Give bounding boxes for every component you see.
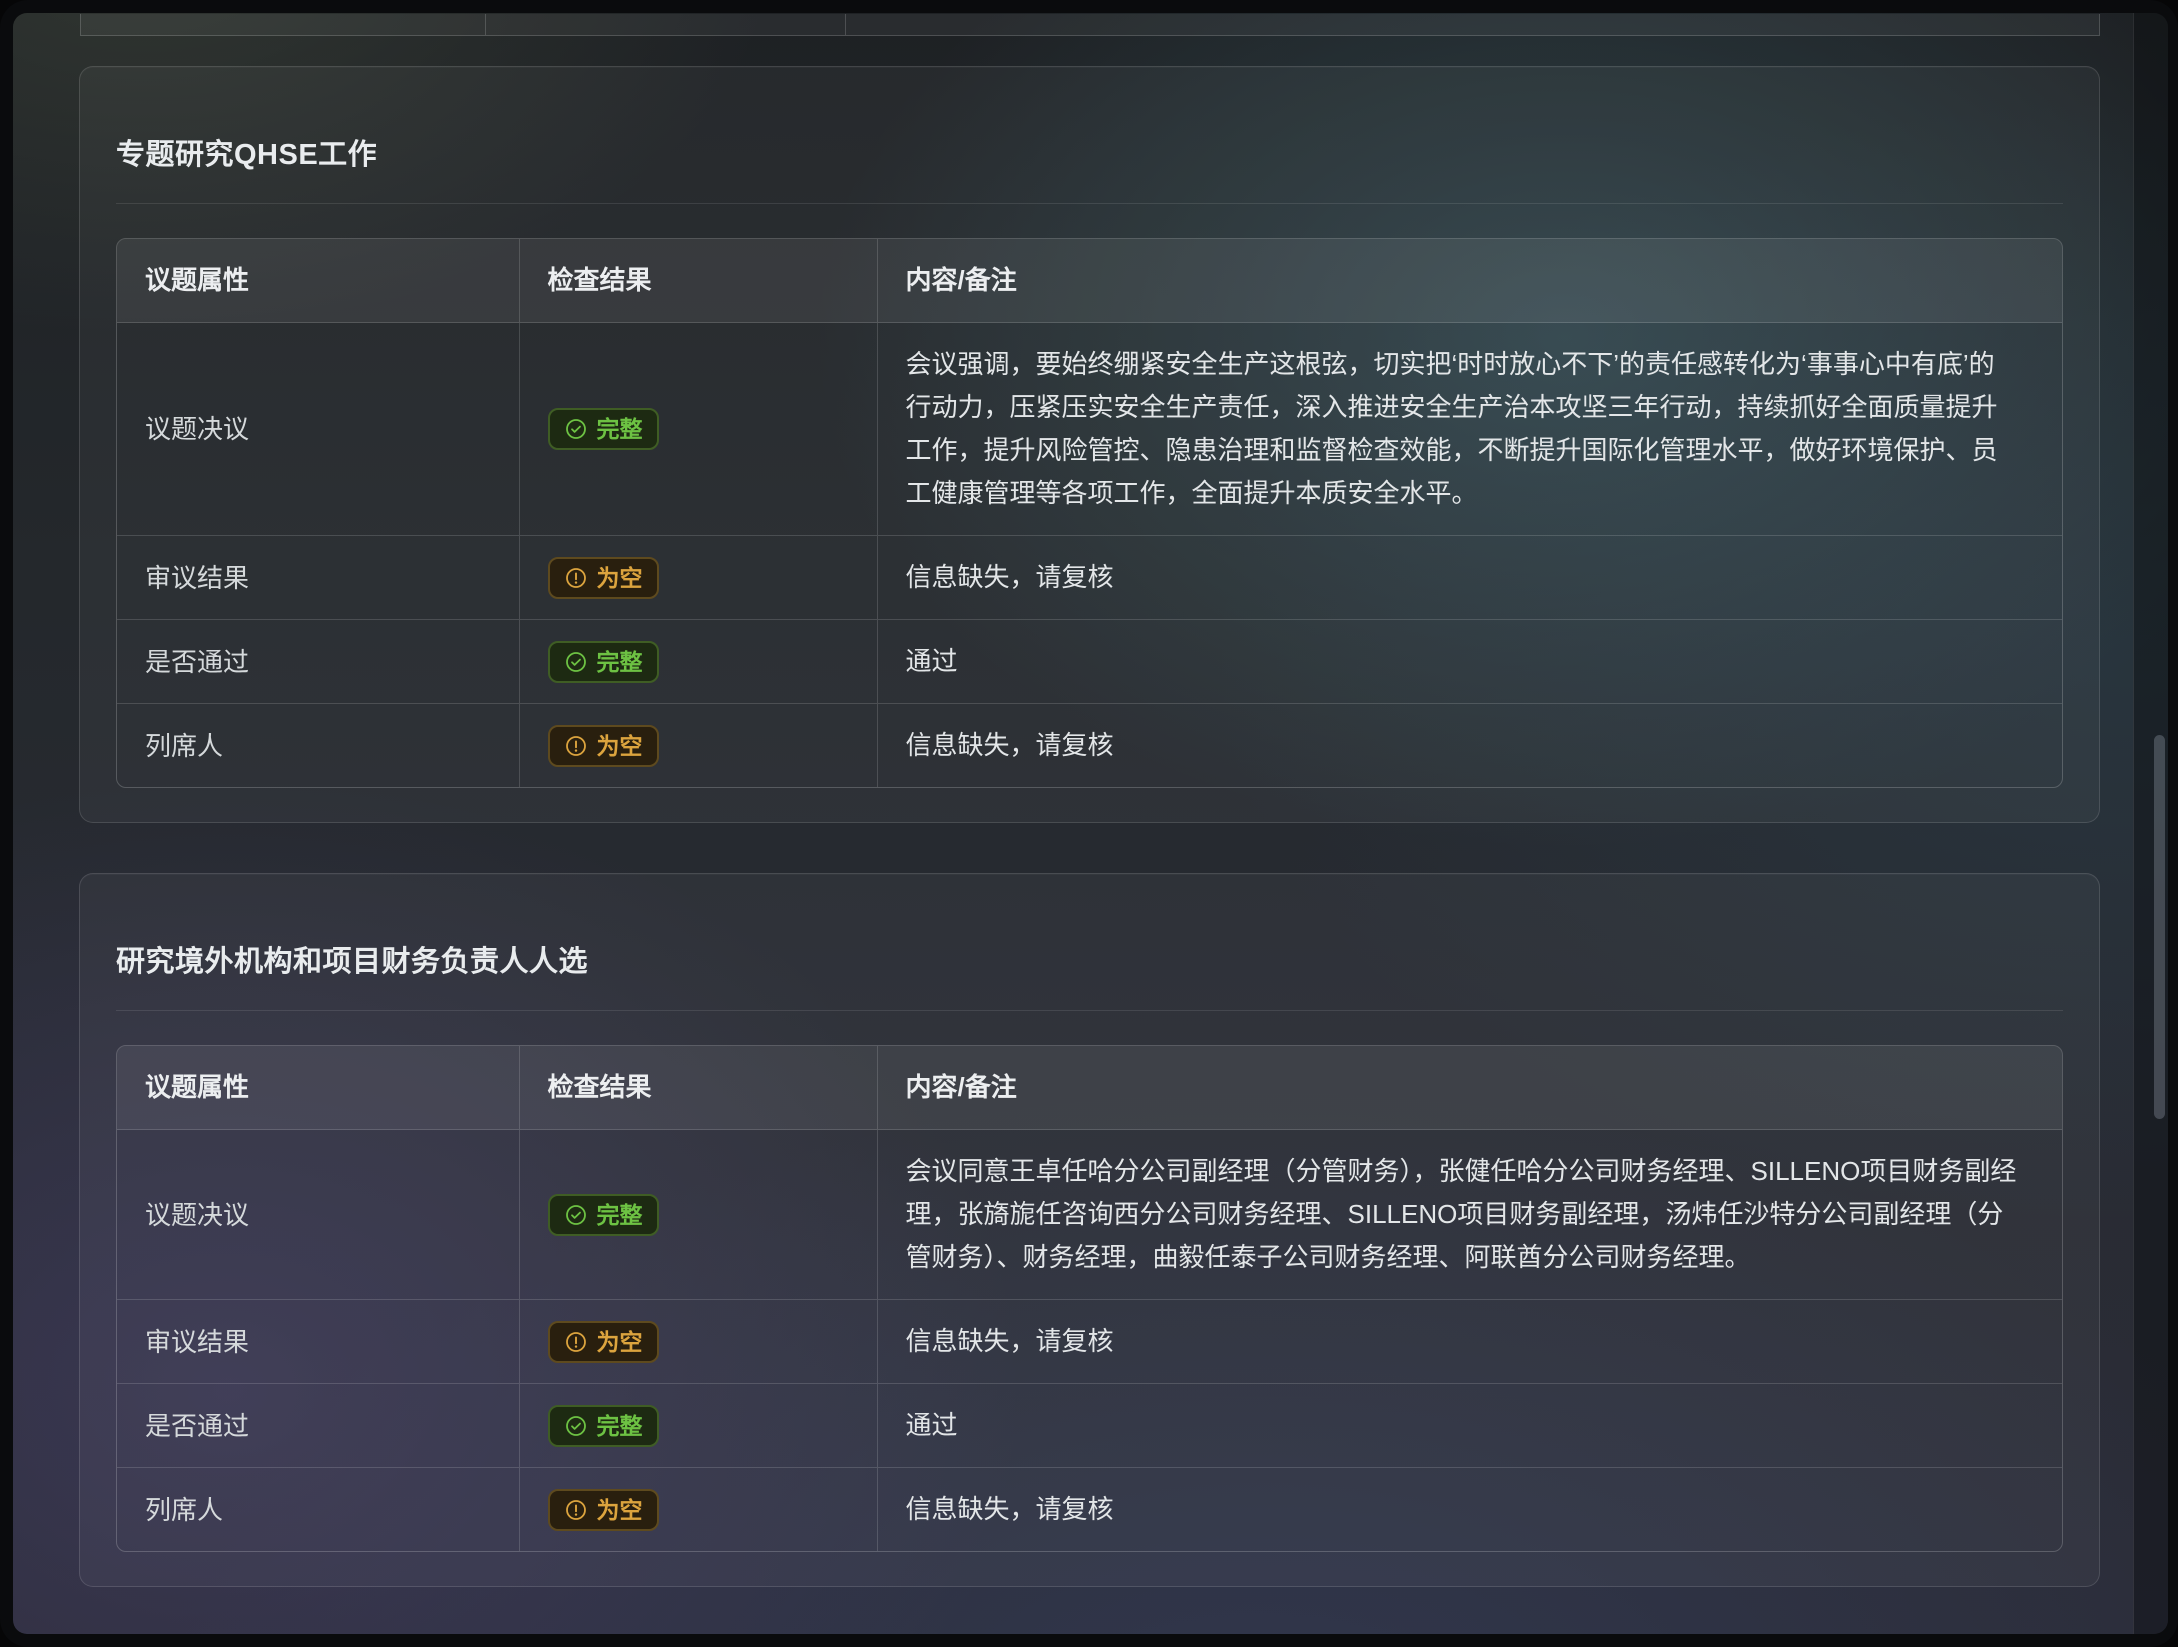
table-header-row: 议题属性 检查结果 内容/备注 (117, 1046, 2062, 1130)
attribute-cell: 是否通过 (117, 620, 519, 704)
content-cell: 信息缺失，请复核 (877, 536, 2062, 620)
status-badge-label: 为空 (597, 565, 643, 591)
attribute-cell: 列席人 (117, 1468, 519, 1552)
column-divider (485, 14, 486, 35)
check-circle-icon (564, 1414, 588, 1438)
table-row: 是否通过 完整 通过 (117, 1384, 2062, 1468)
table-row: 议题决议 完整 会议强调，要始终绷紧安全生产这根弦，切实把‘时时放心不下’的责任… (117, 323, 2062, 536)
column-divider (845, 14, 846, 35)
scroll-content: 专题研究QHSE工作 议题属性 检查结果 内容/备注 (13, 13, 2134, 1634)
section-card-qhse: 专题研究QHSE工作 议题属性 检查结果 内容/备注 (79, 66, 2100, 823)
check-circle-icon (564, 650, 588, 674)
previous-table-fragment (80, 14, 2100, 36)
title-divider (116, 1010, 2063, 1011)
content-cell: 通过 (877, 620, 2062, 704)
status-badge-complete: 完整 (548, 1405, 659, 1447)
attribute-cell: 议题决议 (117, 1130, 519, 1300)
content-cell: 信息缺失，请复核 (877, 1468, 2062, 1552)
status-badge-complete: 完整 (548, 641, 659, 683)
window-frame: 专题研究QHSE工作 议题属性 检查结果 内容/备注 (0, 0, 2178, 1647)
alert-circle-icon (564, 566, 588, 590)
table-row: 是否通过 完整 通过 (117, 620, 2062, 704)
status-badge-empty: 为空 (548, 1489, 659, 1531)
scrollbar-track[interactable] (2133, 13, 2168, 1634)
status-cell: 为空 (519, 536, 877, 620)
header-content-remark: 内容/备注 (877, 1046, 2062, 1130)
status-badge-label: 为空 (597, 1497, 643, 1523)
alert-circle-icon (564, 1330, 588, 1354)
agenda-check-table: 议题属性 检查结果 内容/备注 议题决议 (116, 1045, 2063, 1552)
status-badge-label: 完整 (597, 416, 643, 442)
section-title: 专题研究QHSE工作 (116, 135, 2063, 175)
status-badge-empty: 为空 (548, 1321, 659, 1363)
header-content-remark: 内容/备注 (877, 239, 2062, 323)
title-divider (116, 203, 2063, 204)
content-cell: 会议同意王卓任哈分公司副经理（分管财务），张健任哈分公司财务经理、SILLENO… (877, 1130, 2062, 1300)
status-cell: 完整 (519, 323, 877, 536)
content-cell: 通过 (877, 1384, 2062, 1468)
agenda-check-table: 议题属性 检查结果 内容/备注 议题决议 (116, 238, 2063, 788)
header-attribute: 议题属性 (117, 1046, 519, 1130)
attribute-cell: 审议结果 (117, 536, 519, 620)
status-badge-label: 为空 (597, 733, 643, 759)
alert-circle-icon (564, 1498, 588, 1522)
status-badge-empty: 为空 (548, 725, 659, 767)
status-cell: 完整 (519, 1384, 877, 1468)
content-cell: 信息缺失，请复核 (877, 1300, 2062, 1384)
status-badge-empty: 为空 (548, 557, 659, 599)
status-badge-complete: 完整 (548, 1194, 659, 1236)
attribute-cell: 议题决议 (117, 323, 519, 536)
table-header-row: 议题属性 检查结果 内容/备注 (117, 239, 2062, 323)
status-badge-label: 完整 (597, 649, 643, 675)
attribute-cell: 是否通过 (117, 1384, 519, 1468)
attribute-cell: 列席人 (117, 704, 519, 788)
status-badge-label: 为空 (597, 1329, 643, 1355)
alert-circle-icon (564, 734, 588, 758)
attribute-cell: 审议结果 (117, 1300, 519, 1384)
content-cell: 会议强调，要始终绷紧安全生产这根弦，切实把‘时时放心不下’的责任感转化为‘事事心… (877, 323, 2062, 536)
scrollbar-thumb[interactable] (2154, 735, 2165, 1119)
status-cell: 完整 (519, 620, 877, 704)
table-row: 列席人 为空 信息缺失，请复核 (117, 704, 2062, 788)
status-badge-complete: 完整 (548, 408, 659, 450)
report-viewport: 专题研究QHSE工作 议题属性 检查结果 内容/备注 (13, 13, 2168, 1634)
check-circle-icon (564, 1203, 588, 1227)
section-title: 研究境外机构和项目财务负责人人选 (116, 942, 2063, 982)
status-cell: 完整 (519, 1130, 877, 1300)
table-row: 议题决议 完整 会议同意王卓任哈分公司副经理（分管财务），张健任哈分公司财务经理… (117, 1130, 2062, 1300)
status-badge-label: 完整 (597, 1413, 643, 1439)
status-cell: 为空 (519, 1300, 877, 1384)
header-attribute: 议题属性 (117, 239, 519, 323)
table-row: 审议结果 为空 信息缺失，请复核 (117, 1300, 2062, 1384)
header-check-result: 检查结果 (519, 1046, 877, 1130)
table-row: 审议结果 为空 信息缺失，请复核 (117, 536, 2062, 620)
content-cell: 信息缺失，请复核 (877, 704, 2062, 788)
status-cell: 为空 (519, 704, 877, 788)
status-cell: 为空 (519, 1468, 877, 1552)
check-circle-icon (564, 417, 588, 441)
status-badge-label: 完整 (597, 1202, 643, 1228)
table-row: 列席人 为空 信息缺失，请复核 (117, 1468, 2062, 1552)
section-card-overseas-finance: 研究境外机构和项目财务负责人人选 议题属性 检查结果 内容/备注 (79, 873, 2100, 1587)
header-check-result: 检查结果 (519, 239, 877, 323)
